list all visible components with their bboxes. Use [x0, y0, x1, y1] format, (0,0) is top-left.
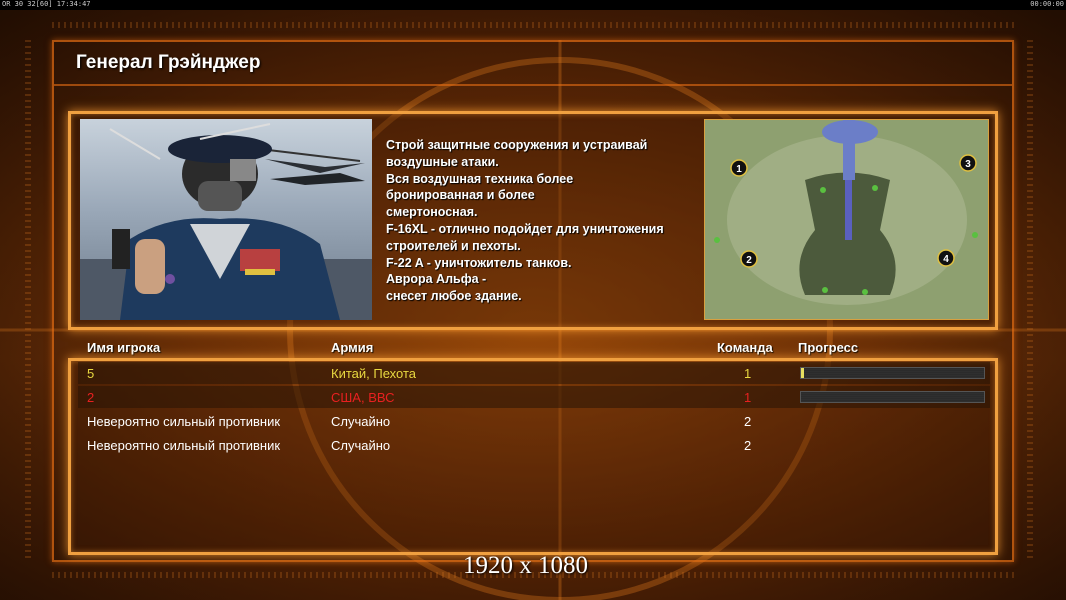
row-4-army[interactable]: Случайно [331, 438, 390, 454]
row-2-team[interactable]: 1 [744, 390, 751, 406]
row-3-player: Невероятно сильный противник [87, 414, 281, 429]
start-marker-4: 4 [943, 254, 949, 265]
status-right: 00:00:00 [1030, 0, 1064, 8]
row-1-army[interactable]: Китай, Пехота [331, 366, 416, 382]
start-marker-1: 1 [736, 164, 742, 175]
general-portrait [80, 119, 372, 320]
start-marker-3: 3 [965, 159, 971, 170]
start-marker-2: 2 [746, 255, 752, 266]
row-1-team[interactable]: 1 [744, 366, 751, 382]
row-3-team[interactable]: 2 [744, 414, 751, 430]
title-divider [54, 84, 1012, 86]
general-title: Генерал Грэйнджер [76, 52, 261, 73]
resolution-label: 1920 x 1080 [463, 552, 588, 579]
header-progress: Прогресс [798, 340, 859, 355]
row-2-progress-bar [800, 391, 985, 403]
status-bar: ОR 30 32[60] 17:34:47 00:00:00 [0, 0, 1066, 10]
row-1-player: 5 [87, 366, 95, 381]
row-2-army[interactable]: США, ВВС [331, 390, 395, 406]
row-4-team[interactable]: 2 [744, 438, 751, 454]
general-description: Строй защитные сооружения и устраивай во… [386, 138, 664, 304]
minimap[interactable]: 1 2 3 4 [704, 119, 989, 320]
row-4-player: Невероятно сильный противник [87, 438, 281, 453]
status-left: ОR 30 32[60] 17:34:47 [2, 0, 91, 8]
row-3-army[interactable]: Случайно [331, 414, 390, 430]
header-team: Команда [717, 340, 773, 355]
row-2-player: 2 [87, 390, 95, 405]
row-1-progress-bar [800, 367, 985, 379]
header-army: Армия [331, 340, 374, 355]
header-player-name: Имя игрока [87, 340, 161, 355]
